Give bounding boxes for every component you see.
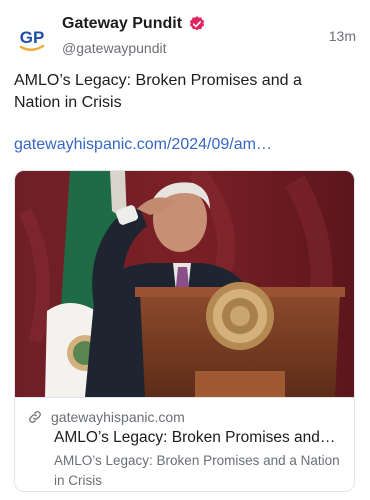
post[interactable]: GP Gateway Pundit @gatewaypundit 13m AML… bbox=[0, 0, 370, 500]
link-preview-card[interactable]: gatewayhispanic.com AMLO’s Legacy: Broke… bbox=[14, 170, 355, 492]
gateway-pundit-logo-icon: GP bbox=[20, 28, 45, 51]
link-preview-domain: gatewayhispanic.com bbox=[51, 409, 185, 425]
author-block: Gateway Pundit @gatewaypundit bbox=[62, 14, 206, 58]
link-preview-title: AMLO’s Legacy: Broken Promises and… bbox=[54, 429, 336, 446]
photo-icon bbox=[15, 171, 354, 397]
author-handle[interactable]: @gatewaypundit bbox=[62, 38, 206, 58]
post-link[interactable]: gatewayhispanic.com/2024/09/am… bbox=[14, 134, 272, 156]
post-header: GP Gateway Pundit @gatewaypundit 13m bbox=[14, 12, 356, 60]
post-timestamp[interactable]: 13m bbox=[329, 28, 356, 44]
avatar[interactable]: GP bbox=[14, 20, 50, 56]
link-preview-meta[interactable]: gatewayhispanic.com AMLO’s Legacy: Broke… bbox=[15, 397, 354, 491]
post-text: AMLO’s Legacy: Broken Promises and a Nat… bbox=[14, 72, 302, 111]
verified-badge-icon bbox=[188, 15, 206, 33]
link-preview-image[interactable] bbox=[15, 171, 354, 397]
link-icon bbox=[27, 409, 43, 425]
link-preview-description: AMLO’s Legacy: Broken Promises and a Nat… bbox=[54, 453, 340, 488]
author-display-name[interactable]: Gateway Pundit bbox=[62, 14, 182, 34]
avatar-letters: GP bbox=[20, 28, 45, 47]
